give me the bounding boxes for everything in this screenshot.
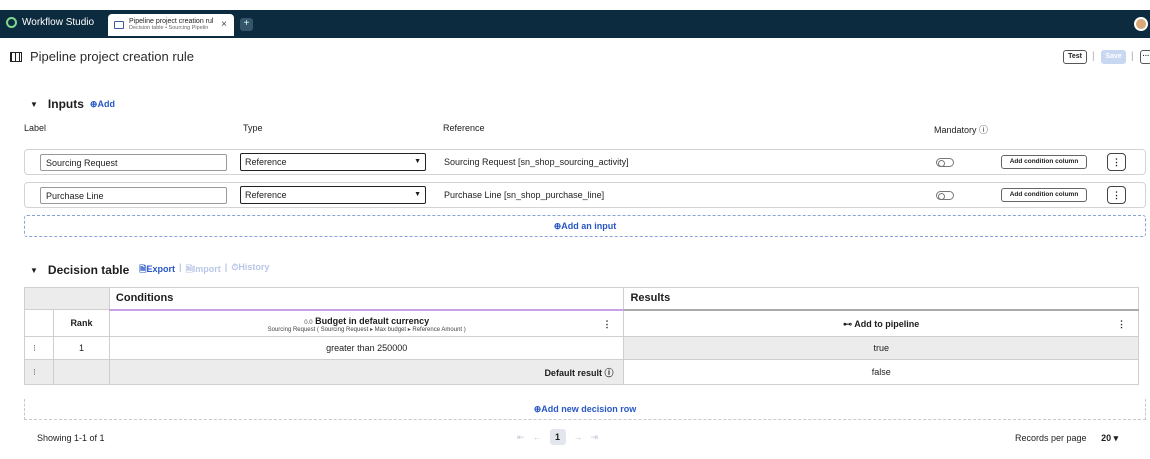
chevron-down-icon: ▼ [414,191,421,198]
col-label: Label [24,123,47,133]
inputs-heading: ▼ Inputs ⊕Add [30,97,115,111]
collapse-icon[interactable]: ▼ [30,266,38,275]
col-mandatory: Mandatory ⓘ [934,125,989,135]
brand[interactable]: Workflow Studio [6,17,94,28]
table-icon [114,21,124,29]
next-page-icon[interactable]: → [574,432,583,442]
page-title: Pipeline project creation rule [10,49,194,64]
more-icon[interactable]: ⋮ [602,319,611,330]
type-select[interactable]: Reference ▼ [240,153,426,171]
drag-handle-icon: ⁝ [24,359,54,385]
label-input[interactable]: Purchase Line [40,187,227,204]
add-input-link[interactable]: ⊕Add [90,99,115,110]
records-per-page-select[interactable]: 20 ▾ [1101,433,1118,443]
rank-header: Rank [52,309,110,337]
drag-column-header [24,309,54,337]
add-decision-row-button[interactable]: ⊕Add new decision row [24,399,1146,420]
conditions-header: Conditions [108,287,625,310]
records-summary: Showing 1-1 of 1 [37,433,105,443]
type-select[interactable]: Reference ▼ [240,186,426,204]
chevron-down-icon: ▼ [414,158,421,165]
pipeline-column-header[interactable]: ⊷ Add to pipeline ⋮ [623,308,1139,337]
page-title-text: Pipeline project creation rule [30,49,195,64]
decision-table-title: Decision table [47,263,130,277]
close-icon[interactable]: × [221,19,227,30]
results-header: Results [623,287,1139,310]
more-icon[interactable]: ⋮ [1107,186,1126,204]
label-input[interactable]: Sourcing Request [40,154,227,171]
tab-pipeline-rule[interactable]: Pipeline project creation rul Decision t… [108,14,234,36]
add-an-input-button[interactable]: ⊕Add an input [24,215,1146,237]
add-condition-column-button[interactable]: Add condition column [1001,188,1087,202]
brand-name: Workflow Studio [22,17,95,28]
records-per-page: Records per page 20 ▾ [1015,433,1118,444]
import-link[interactable]: 🗎Import [186,262,221,278]
budget-title: 0.0 Budget in default currency [110,314,624,326]
add-condition-column-button[interactable]: Add condition column [1001,155,1087,169]
inputs-title: Inputs [47,97,84,111]
prev-page-icon[interactable]: ← [533,432,542,442]
decision-table-heading: ▼ Decision table 🗎Export | 🗎Import | ⏱Hi… [30,262,269,278]
collapse-icon[interactable]: ▼ [30,100,38,109]
pagination: ⇤ ← 1 → ⇥ [517,429,598,445]
test-button[interactable]: Test [1063,50,1087,64]
default-result-label: Default result ⓘ [108,359,625,385]
mandatory-toggle[interactable] [936,158,954,167]
divider: | [179,262,182,272]
divider: | [224,262,228,272]
result-cell[interactable]: true [623,336,1139,360]
divider: | [1131,51,1134,62]
more-icon[interactable]: ⋮ [1117,319,1126,330]
col-type: Type [243,123,263,133]
reference-text: Sourcing Request [sn_shop_sourcing_activ… [444,157,629,167]
more-button[interactable]: ··· [1140,50,1150,64]
top-bar: Workflow Studio Pipeline project creatio… [0,10,1150,38]
condition-cell[interactable]: greater than 250000 [108,336,625,360]
first-page-icon[interactable]: ⇤ [517,432,525,443]
corner-cell [24,287,110,310]
tab-title: Pipeline project creation rul [129,18,214,25]
reference-text: Purchase Line [sn_shop_purchase_line] [444,190,605,200]
budget-column-header[interactable]: 0.0 Budget in default currency Sourcing … [108,308,625,337]
export-link[interactable]: 🗎Export [139,262,175,278]
save-button[interactable]: Save [1101,50,1126,64]
default-result-cell[interactable]: false [623,359,1139,385]
brand-logo-icon [6,17,17,28]
tab-subtitle: Decision table • Sourcing Pipelin [129,25,209,31]
type-value: Reference [245,157,287,167]
add-tab-button[interactable]: + [240,18,253,31]
history-link[interactable]: ⏱History [231,262,269,278]
input-row: Sourcing Request Reference ▼ Sourcing Req… [24,149,1146,175]
last-page-icon[interactable]: ⇥ [591,432,599,443]
default-rank-cell [52,359,110,385]
budget-title-text: Budget in default currency [315,315,430,326]
input-row: Purchase Line Reference ▼ Purchase Line [… [24,182,1146,208]
decision-table: Conditions Results Rank 0.0 Budget in de… [24,287,1139,385]
decision-table-actions: 🗎Export | 🗎Import | ⏱History [139,262,269,278]
decimal-type-icon: 0.0 [304,319,313,326]
type-value: Reference [245,190,287,200]
rank-cell: 1 [52,336,110,360]
records-per-page-label: Records per page [1015,433,1087,443]
col-reference: Reference [443,123,485,133]
divider: | [1092,51,1095,62]
budget-subtitle: Sourcing Request ( Sourcing Request ▸ Ma… [267,326,466,333]
mandatory-toggle[interactable] [936,191,954,200]
drag-handle-icon[interactable]: ⁝ [24,336,54,360]
avatar[interactable] [1134,17,1148,31]
pipeline-title: ⊷ Add to pipeline [843,318,920,329]
current-page[interactable]: 1 [549,429,566,445]
table-row: ⁝ 1 greater than 250000 true [24,336,1139,360]
default-row: ⁝ Default result ⓘ false [24,359,1139,385]
table-icon [10,51,22,62]
more-icon[interactable]: ⋮ [1107,153,1126,171]
